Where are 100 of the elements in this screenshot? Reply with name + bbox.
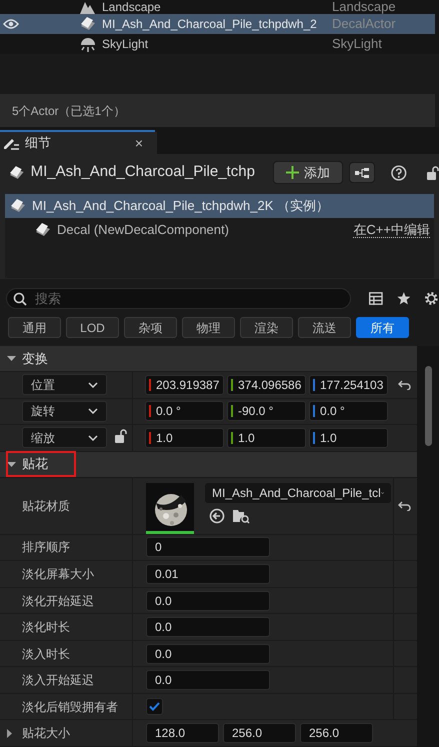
section-title: 贴花 xyxy=(22,455,48,474)
filter-tab[interactable]: LOD xyxy=(66,317,119,338)
property-label: 贴花材质 xyxy=(22,498,70,515)
field-value: -90.0 ° xyxy=(238,403,274,420)
component-row[interactable]: Decal (NewDecalComponent) 在C++中编辑 xyxy=(5,218,434,241)
chevron-down-icon xyxy=(88,408,98,414)
chevron-down-icon xyxy=(88,434,98,441)
component-name: MI_Ash_And_Charcoal_Pile_tchpdwh_2K （实例） xyxy=(32,197,329,216)
use-selected-icon[interactable] xyxy=(209,508,225,524)
property-label: 淡化后销毁拥有者 xyxy=(22,698,118,716)
axis-field[interactable]: 177.254103 xyxy=(309,374,388,395)
add-button[interactable]: 添加 xyxy=(272,161,343,184)
caret-down-icon[interactable] xyxy=(7,460,16,469)
eye-icon[interactable] xyxy=(3,19,19,29)
number-field[interactable]: 256.0 xyxy=(300,723,373,744)
filter-tab[interactable]: 流送 xyxy=(298,317,351,338)
filter-tab[interactable]: 所有 xyxy=(356,317,409,338)
number-field[interactable]: 0.01 xyxy=(146,564,270,584)
filter-tab[interactable]: 杂项 xyxy=(124,317,177,338)
padlock-icon[interactable] xyxy=(115,428,127,443)
property-label: 淡化开始延迟 xyxy=(22,592,94,610)
number-field[interactable]: 256.0 xyxy=(223,723,296,744)
dropdown-label: 缩放 xyxy=(31,430,55,447)
number-field[interactable]: 128.0 xyxy=(146,723,219,744)
axis-field[interactable]: 0.0 ° xyxy=(309,401,388,422)
chevron-down-icon xyxy=(88,382,98,388)
transform-dropdown[interactable]: 位置 xyxy=(22,374,107,396)
actor-name: MI_Ash_And_Charcoal_Pile_tchpdwh_2 xyxy=(102,16,318,33)
number-field[interactable]: 0.0 xyxy=(146,590,270,610)
actor-title: MI_Ash_And_Charcoal_Pile_tchp xyxy=(30,162,256,182)
axis-field[interactable]: 1.0 xyxy=(227,428,306,448)
axis-field[interactable]: 0.0 ° xyxy=(145,401,224,422)
dome-icon xyxy=(80,36,96,52)
number-field[interactable]: 0 xyxy=(146,537,270,558)
reset-arrow-icon[interactable] xyxy=(398,380,410,390)
paper-icon xyxy=(10,199,26,213)
field-value: 0.0 ° xyxy=(156,403,181,420)
help-icon[interactable] xyxy=(391,164,407,180)
hierarchy-button[interactable] xyxy=(349,162,376,183)
number-field[interactable]: 0.0 xyxy=(146,670,270,690)
filter-tab[interactable]: 物理 xyxy=(182,317,235,338)
hierarchy-icon xyxy=(355,168,370,178)
asset-status-bar xyxy=(146,530,194,534)
axis-field[interactable]: 203.919387 xyxy=(145,374,224,395)
transform-dropdown[interactable]: 缩放 xyxy=(22,427,107,448)
filter-tab[interactable]: 通用 xyxy=(8,317,61,338)
property-label: 排序顺序 xyxy=(22,539,70,556)
axis-field[interactable]: 1.0 xyxy=(145,428,224,448)
caret-right-icon[interactable] xyxy=(6,728,14,738)
axis-field[interactable]: 1.0 xyxy=(309,428,388,448)
outliner-row[interactable]: MI_Ash_And_Charcoal_Pile_tchpdwh_2 DecalActor xyxy=(0,14,435,34)
actor-type: SkyLight xyxy=(332,35,382,54)
details-tab[interactable]: 细节 × xyxy=(0,132,157,154)
paper-icon xyxy=(9,166,25,180)
pencil-list-icon xyxy=(3,136,19,150)
section-header[interactable]: 变换 xyxy=(6,346,76,372)
caret-down-icon[interactable] xyxy=(7,354,16,363)
edit-in-cpp-link[interactable]: 在C++中编辑 xyxy=(353,222,430,238)
search-field[interactable]: 搜索 xyxy=(6,288,351,308)
axis-field[interactable]: -90.0 ° xyxy=(227,401,306,422)
outliner-row[interactable]: SkyLight SkyLight xyxy=(0,34,435,54)
field-value: 1.0 xyxy=(238,430,255,447)
actor-name: SkyLight xyxy=(102,36,150,53)
folder-search-icon[interactable] xyxy=(233,508,250,524)
settings-icon[interactable] xyxy=(424,290,439,306)
actor-type: DecalActor xyxy=(332,15,396,34)
star-icon[interactable] xyxy=(396,292,410,304)
field-value: 374.096586 xyxy=(238,376,302,394)
padlock-icon[interactable] xyxy=(427,166,439,180)
filter-tab[interactable]: 渲染 xyxy=(240,317,293,338)
component-row[interactable]: MI_Ash_And_Charcoal_Pile_tchpdwh_2K （实例） xyxy=(5,194,434,218)
checkbox[interactable] xyxy=(146,698,163,716)
field-value: 1.0 xyxy=(156,430,173,447)
axis-field[interactable]: 374.096586 xyxy=(227,374,306,395)
property-label: 淡化时长 xyxy=(22,619,70,636)
dropdown-label: 位置 xyxy=(31,376,55,394)
close-button[interactable]: × xyxy=(134,132,143,154)
reset-arrow-icon[interactable] xyxy=(398,500,411,511)
property-label: 贴花大小 xyxy=(22,725,70,742)
paper-icon xyxy=(35,222,51,236)
property-label: 淡化屏幕大小 xyxy=(22,566,94,583)
outliner-row[interactable]: Landscape Landscape xyxy=(0,0,435,14)
check-icon xyxy=(149,702,160,712)
number-field[interactable]: 0.0 xyxy=(146,644,270,664)
material-dropdown[interactable]: MI_Ash_And_Charcoal_Pile_tcl xyxy=(205,482,391,503)
field-value: 0.0 ° xyxy=(320,403,345,420)
search-icon xyxy=(13,292,27,306)
field-value: 1.0 xyxy=(320,430,337,447)
plus-icon xyxy=(286,166,299,179)
table-icon[interactable] xyxy=(369,292,383,304)
number-field[interactable]: 0.0 xyxy=(146,617,270,638)
property-label: 淡入时长 xyxy=(22,646,70,663)
paper-icon xyxy=(80,17,96,31)
component-name: Decal (NewDecalComponent) xyxy=(57,220,229,239)
field-value: 177.254103 xyxy=(320,376,384,394)
section-header[interactable]: 贴花 xyxy=(6,451,76,478)
transform-dropdown[interactable]: 旋转 xyxy=(22,400,107,422)
field-value: 203.919387 xyxy=(156,376,220,394)
tab-title: 细节 xyxy=(25,134,51,152)
actor-type: Landscape xyxy=(332,0,396,14)
